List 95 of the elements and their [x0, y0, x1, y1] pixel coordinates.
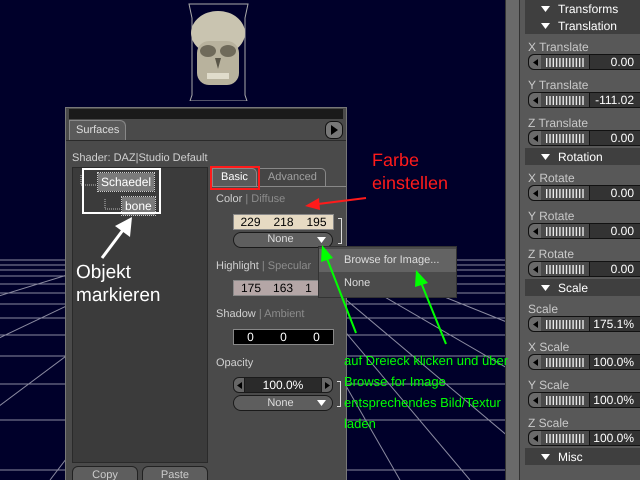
parameter-dial[interactable]	[528, 261, 590, 277]
parameter-dial[interactable]	[528, 130, 590, 146]
dial-ticks-icon	[545, 96, 585, 104]
parameter-label: Y Scale	[528, 378, 570, 392]
section-header[interactable]: Transforms	[525, 0, 640, 17]
parameter-dial[interactable]	[528, 430, 590, 446]
dropdown-triangle-icon[interactable]	[317, 236, 326, 242]
link-bracket	[338, 218, 342, 244]
decrease-arrow-icon[interactable]	[532, 358, 538, 366]
parameter-label: X Rotate	[528, 171, 576, 185]
value-field[interactable]: -111.02	[590, 92, 640, 108]
map-dropdown[interactable]: None	[233, 232, 333, 248]
left-arrow-icon	[236, 382, 242, 388]
annotation-text: auf Dreieck klicken und über Browse for Image entsprechendes Bild/Textur laden	[344, 352, 510, 433]
annotation-arrow	[305, 197, 366, 210]
value-field[interactable]: 0.00	[590, 185, 640, 201]
annotation-text: Objekt markieren	[76, 261, 162, 307]
value-field[interactable]: 100.0%	[590, 430, 640, 446]
right-arrow-icon	[324, 382, 330, 388]
property-label: Opacity	[216, 356, 254, 368]
parameter-label: X Translate	[528, 40, 590, 54]
parameter-dial[interactable]	[528, 354, 590, 370]
dial-ticks-icon	[545, 188, 585, 198]
panel-button[interactable]: Paste	[142, 466, 208, 480]
expand-triangle-icon[interactable]	[541, 454, 550, 460]
dial-ticks-icon	[545, 58, 585, 66]
decrease-arrow-icon[interactable]	[532, 266, 538, 272]
expand-triangle-icon[interactable]	[541, 154, 550, 160]
dial-ticks-icon	[545, 320, 585, 328]
dial-ticks-icon	[545, 134, 585, 142]
annotation-text: Farbe einstellen	[372, 149, 450, 195]
parameter-dial[interactable]	[528, 392, 590, 408]
decrease-arrow-icon[interactable]	[532, 190, 538, 196]
color-field[interactable]: 229 218 195	[233, 214, 334, 230]
property-sublabel: | Diffuse	[244, 193, 286, 205]
tab-highlight-frame	[210, 166, 260, 190]
value-field[interactable]: 0.00	[590, 130, 640, 146]
property-label: Highlight	[216, 260, 259, 272]
decrease-arrow-icon[interactable]	[532, 134, 538, 142]
dropdown-triangle-icon[interactable]	[317, 400, 326, 406]
parameter-dial[interactable]	[528, 54, 590, 70]
parameter-dial[interactable]	[528, 92, 590, 108]
panel-button[interactable]: Copy	[72, 466, 138, 480]
parameter-label: Z Translate	[528, 116, 590, 130]
decrease-arrow-icon[interactable]	[532, 396, 538, 404]
play-button-icon[interactable]	[325, 121, 343, 139]
value-field[interactable]: 100.0%	[590, 392, 640, 408]
dial-ticks-icon	[545, 358, 585, 366]
property-label: Color	[216, 193, 242, 205]
parameter-label: Y Translate	[528, 78, 590, 92]
parameter-label: Z Rotate	[528, 247, 576, 261]
parameter-dial[interactable]	[528, 223, 590, 239]
increase-button[interactable]	[321, 377, 333, 393]
dial-ticks-icon	[545, 396, 585, 404]
decrease-arrow-icon[interactable]	[532, 228, 538, 234]
dial-ticks-icon	[545, 264, 585, 274]
parameter-label: Y Rotate	[528, 209, 576, 223]
section-header[interactable]: Rotation	[525, 148, 640, 165]
shader-tab[interactable]: Basic	[212, 168, 257, 186]
panel-tab[interactable]: Surfaces	[69, 120, 126, 140]
expand-triangle-icon[interactable]	[541, 6, 550, 12]
value-field[interactable]: 0.00	[590, 261, 640, 277]
parameter-label: Z Scale	[528, 416, 570, 430]
dial-ticks-icon	[545, 226, 585, 236]
decrease-arrow-icon[interactable]	[532, 434, 538, 442]
expand-triangle-icon[interactable]	[541, 22, 550, 28]
annotation-arrow	[100, 217, 132, 259]
link-bracket	[337, 381, 341, 407]
tree-item[interactable]: Schaedel	[98, 173, 154, 191]
value-field[interactable]: 0.00	[590, 223, 640, 239]
property-sublabel: | Specular	[260, 260, 312, 272]
shader-label: Shader: DAZ|Studio Default	[71, 151, 209, 166]
decrease-button[interactable]	[233, 377, 245, 393]
section-header[interactable]: Scale	[525, 279, 640, 296]
decrease-arrow-icon[interactable]	[532, 58, 538, 66]
value-field[interactable]: 0.00	[590, 54, 640, 70]
decrease-arrow-icon[interactable]	[532, 320, 538, 328]
dial-ticks-icon	[545, 434, 585, 442]
value-field[interactable]: 175.1%	[590, 316, 640, 332]
parameter-label: X Scale	[528, 340, 570, 354]
menu-item[interactable]: Browse for Image...	[319, 249, 456, 272]
expand-triangle-icon[interactable]	[541, 284, 550, 290]
section-header[interactable]: Translation	[525, 17, 640, 34]
property-label: Shadow	[216, 308, 256, 320]
parameter-label: Scale	[528, 302, 560, 316]
property-sublabel: | Ambient	[258, 308, 304, 320]
value-field[interactable]: 100.0%	[590, 354, 640, 370]
parameter-dial[interactable]	[528, 316, 590, 332]
shader-tab[interactable]: Advanced	[258, 168, 326, 186]
section-header[interactable]: Misc	[525, 448, 640, 465]
map-dropdown[interactable]: None	[233, 395, 333, 411]
color-field[interactable]: 0 0 0	[233, 328, 334, 344]
parameter-dial[interactable]	[528, 185, 590, 201]
decrease-arrow-icon[interactable]	[532, 96, 538, 104]
opacity-value-field[interactable]: 100.0%	[245, 377, 321, 393]
